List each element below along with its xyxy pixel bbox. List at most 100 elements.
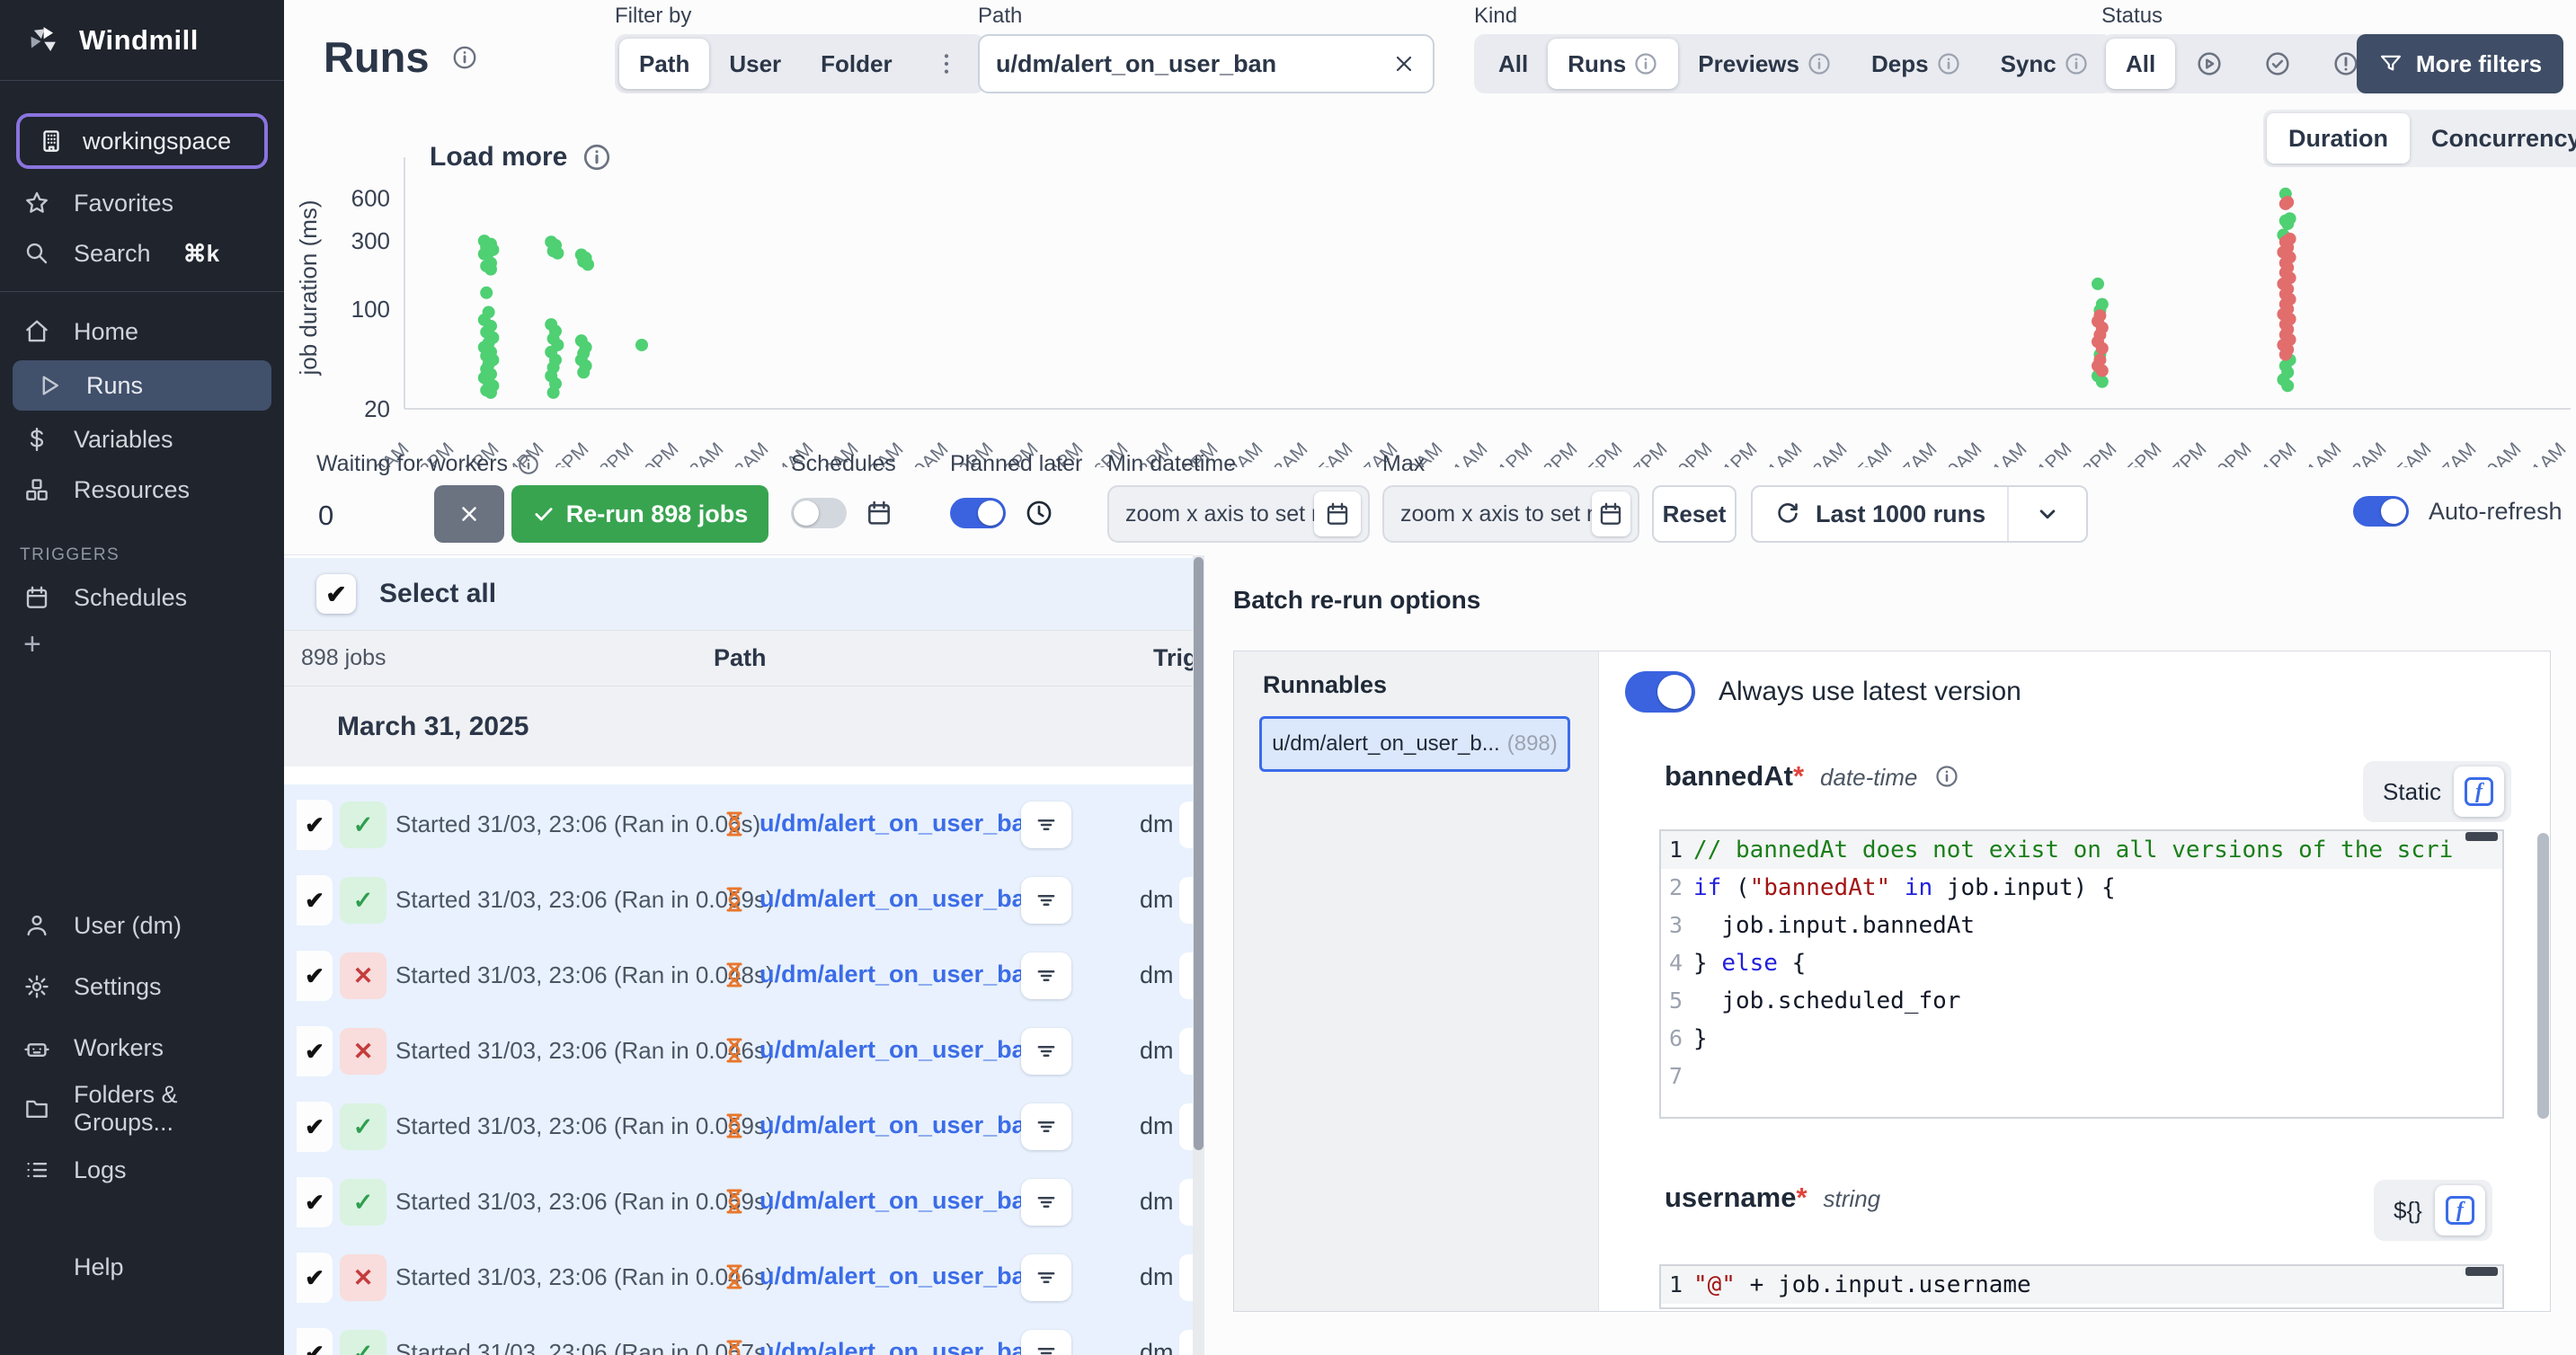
status-option-play-circle-icon[interactable]: [2175, 39, 2243, 89]
brand-row: Windmill: [0, 0, 284, 81]
filter-by-option-folder[interactable]: Folder: [801, 39, 911, 89]
info-icon[interactable]: [1934, 764, 1959, 789]
row-checkbox[interactable]: ✔: [297, 1026, 333, 1076]
sidebar-collapse-button[interactable]: [0, 1290, 284, 1332]
code-line[interactable]: 2if ("bannedAt" in job.input) {: [1661, 869, 2502, 907]
code-line[interactable]: 5 job.scheduled_for: [1661, 982, 2502, 1020]
latest-version-toggle[interactable]: [1625, 671, 1695, 713]
code-line[interactable]: 7: [1661, 1058, 2502, 1095]
cancel-selection-button[interactable]: [434, 485, 504, 543]
run-path-link[interactable]: u/dm/alert_on_user_ban: [759, 885, 1040, 913]
sidebar-item-runs[interactable]: Runs: [13, 360, 271, 411]
editor-hscrollbar[interactable]: [2465, 1267, 2498, 1276]
filter-by-path-button[interactable]: [1021, 801, 1071, 848]
code-line[interactable]: 6}: [1661, 1020, 2502, 1058]
username-code-editor[interactable]: 1"@" + job.input.username: [1659, 1264, 2504, 1309]
filter-by-path-button[interactable]: [1021, 952, 1071, 999]
static-mode-label[interactable]: Static: [2383, 778, 2441, 806]
filter-by-path-button[interactable]: [1021, 1179, 1071, 1226]
run-path-link[interactable]: u/dm/alert_on_user_ban: [759, 1262, 1040, 1290]
status-option-check-circle-icon[interactable]: [2243, 39, 2312, 89]
run-path-link[interactable]: u/dm/alert_on_user_ban: [759, 1036, 1040, 1064]
row-checkbox[interactable]: ✔: [297, 1253, 333, 1303]
path-filter-input[interactable]: u/dm/alert_on_user_ban: [978, 34, 1435, 93]
line-number: 1: [1661, 831, 1693, 869]
row-checkbox[interactable]: ✔: [297, 1102, 333, 1152]
schedules-toggle[interactable]: [791, 498, 847, 528]
select-all-checkbox[interactable]: ✔: [316, 574, 356, 614]
code-line[interactable]: 1"@" + job.input.username: [1661, 1266, 2502, 1304]
sidebar-item-resources[interactable]: Resources: [0, 465, 284, 515]
filter-by-option-kebab-icon[interactable]: [912, 39, 981, 89]
filter-by-option-path[interactable]: Path: [619, 39, 709, 89]
info-icon[interactable]: [451, 44, 478, 71]
planned-later-toggle[interactable]: [950, 498, 1006, 528]
last-runs-button[interactable]: Last 1000 runs: [1753, 487, 2009, 541]
javascript-editor-button[interactable]: f: [2454, 766, 2504, 817]
list-header: 898 jobs Path Trigger: [284, 630, 1193, 686]
code-line[interactable]: 4} else {: [1661, 944, 2502, 982]
search-icon: [23, 240, 50, 267]
sidebar-item-schedules[interactable]: Schedules: [0, 572, 284, 623]
code-line[interactable]: 3 job.input.bannedAt: [1661, 907, 2502, 944]
code-token: job.input.bannedAt: [1693, 907, 1975, 944]
calendar-icon[interactable]: [1592, 492, 1630, 536]
template-mode-label[interactable]: ${}: [2394, 1197, 2422, 1225]
kind-option-sync[interactable]: Sync: [1981, 39, 2109, 89]
row-checkbox[interactable]: ✔: [297, 1177, 333, 1227]
clear-icon[interactable]: [1391, 51, 1417, 76]
calendar-icon[interactable]: [1314, 492, 1361, 536]
filter-by-option-user[interactable]: User: [709, 39, 801, 89]
sidebar-item-user-dm-[interactable]: User (dm): [0, 895, 284, 956]
run-path-link[interactable]: u/dm/alert_on_user_ban: [759, 1111, 1040, 1139]
javascript-editor-button[interactable]: f: [2435, 1185, 2485, 1235]
row-checkbox[interactable]: ✔: [297, 1328, 333, 1355]
sidebar-item-logs[interactable]: Logs: [0, 1139, 284, 1200]
sidebar-item-variables[interactable]: Variables: [0, 414, 284, 465]
workspace-switcher[interactable]: workingspace: [16, 113, 268, 169]
runnable-item[interactable]: u/dm/alert_on_user_b... (898): [1259, 716, 1570, 772]
option-label: Deps: [1871, 50, 1929, 78]
filter-by-path-button[interactable]: [1021, 877, 1071, 924]
kind-option-deps[interactable]: Deps: [1852, 39, 1981, 89]
row-checkbox[interactable]: ✔: [297, 951, 333, 1001]
sidebar-item-favorites[interactable]: Favorites: [0, 178, 284, 228]
status-option-all[interactable]: All: [2106, 39, 2175, 89]
run-path-link[interactable]: u/dm/alert_on_user_ban: [759, 1187, 1040, 1215]
sidebar-item-settings[interactable]: Settings: [0, 956, 284, 1017]
code-line[interactable]: 1// bannedAt does not exist on all versi…: [1661, 831, 2502, 869]
max-datetime-input[interactable]: zoom x axis to set max: [1382, 485, 1639, 543]
reset-button[interactable]: Reset: [1652, 485, 1737, 543]
list-scrollbar[interactable]: [1193, 555, 1204, 1355]
last-runs-dropdown[interactable]: [2009, 487, 2086, 541]
sidebar-item-search[interactable]: Search⌘k: [0, 228, 284, 279]
kind-option-previews[interactable]: Previews: [1678, 39, 1852, 89]
sidebar-add-trigger-button[interactable]: +: [0, 623, 284, 666]
hourglass-icon: [719, 1111, 750, 1143]
filter-by-path-button[interactable]: [1021, 1103, 1071, 1150]
sidebar-item-help[interactable]: Help: [0, 1244, 284, 1290]
editor-hscrollbar[interactable]: [2465, 832, 2498, 841]
table-row: ✔✓Started 31/03, 23:06 (Ran in 0.059s)u/…: [284, 863, 1193, 938]
bannedAt-code-editor[interactable]: 1// bannedAt does not exist on all versi…: [1659, 829, 2504, 1119]
row-checkbox[interactable]: ✔: [297, 875, 333, 925]
run-path-link[interactable]: u/dm/alert_on_user_ban: [759, 961, 1040, 988]
sidebar-item-folders-groups-[interactable]: Folders & Groups...: [0, 1078, 284, 1139]
svg-text:9PM: 9PM: [2214, 438, 2256, 467]
panel-scrollbar[interactable]: [2537, 833, 2549, 1119]
sidebar-item-home[interactable]: Home: [0, 306, 284, 357]
filter-by-path-button[interactable]: [1021, 1028, 1071, 1075]
row-checkbox[interactable]: ✔: [297, 800, 333, 850]
more-filters-button[interactable]: More filters: [2357, 34, 2563, 93]
kind-option-runs[interactable]: Runs: [1548, 39, 1678, 89]
sidebar-item-workers[interactable]: Workers: [0, 1017, 284, 1078]
rerun-jobs-button[interactable]: Re-run 898 jobs: [511, 485, 768, 543]
filter-by-path-button[interactable]: [1021, 1254, 1071, 1301]
kind-option-all[interactable]: All: [1479, 39, 1548, 89]
filter-by-path-button[interactable]: [1021, 1330, 1071, 1355]
run-path-link[interactable]: u/dm/alert_on_user_ban: [759, 1338, 1040, 1355]
duration-scatter-chart[interactable]: job duration (ms)6003001002010AM12PM2PM4…: [284, 117, 2576, 467]
auto-refresh-toggle[interactable]: [2353, 496, 2409, 527]
min-datetime-input[interactable]: zoom x axis to set min (dr: [1107, 485, 1370, 543]
run-path-link[interactable]: u/dm/alert_on_user_ban: [759, 810, 1040, 837]
